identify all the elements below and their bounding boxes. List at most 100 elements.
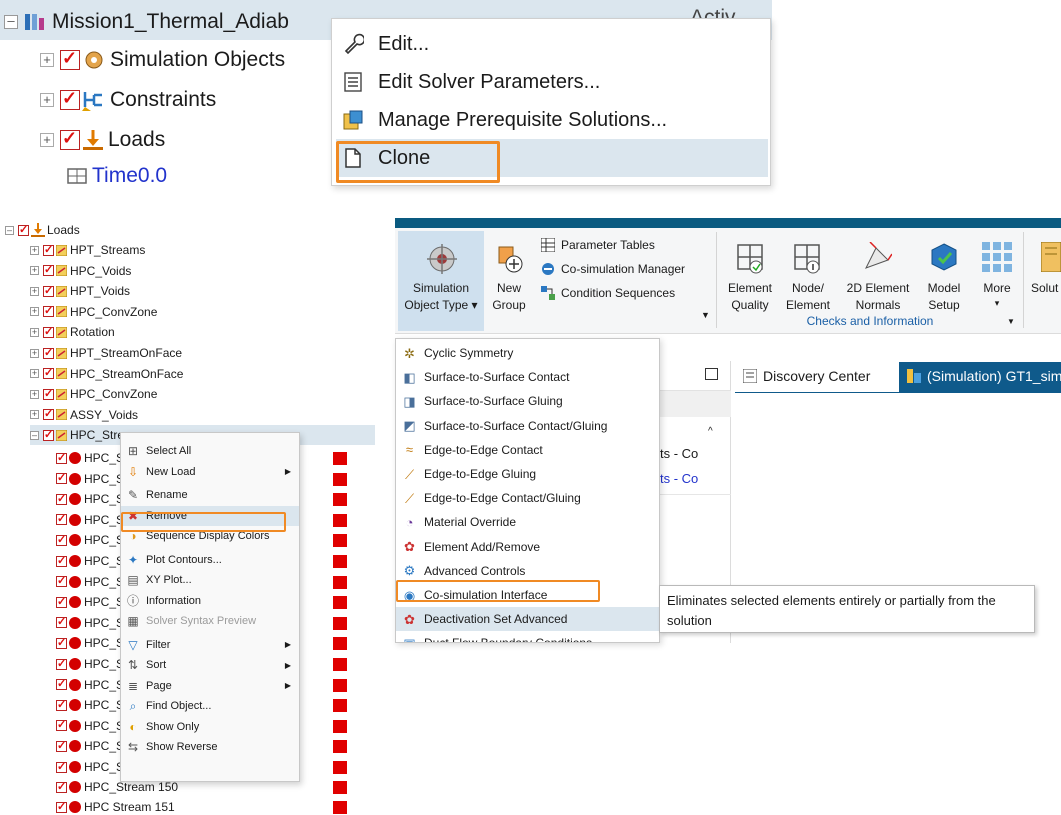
tree-group-row[interactable]: + HPT_StreamOnFace bbox=[30, 343, 182, 363]
menu-item-remove[interactable]: ✖ Remove bbox=[121, 505, 299, 526]
checkbox-icon[interactable] bbox=[56, 615, 67, 629]
tree-item-hpc-stream[interactable]: HPC_St bbox=[56, 613, 127, 633]
dropdown-item-duct-flow-boundary-conditions[interactable]: ▣ Duct Flow Boundary Conditions bbox=[396, 631, 659, 642]
checkbox-icon[interactable] bbox=[56, 760, 67, 773]
checkbox-icon[interactable] bbox=[56, 780, 67, 793]
co-simulation-manager-button[interactable]: Co-simulation Manager bbox=[541, 262, 685, 276]
dropdown-item-advanced-controls[interactable]: ⚙ Advanced Controls bbox=[396, 559, 659, 583]
menu-item-plot-contours[interactable]: ✦ Plot Contours... bbox=[121, 550, 299, 570]
checkbox-icon[interactable] bbox=[56, 533, 67, 546]
checkbox-icon[interactable] bbox=[43, 284, 54, 297]
dropdown-item-element-add-remove[interactable]: ✿ Element Add/Remove bbox=[396, 535, 659, 559]
menu-item-select-all[interactable]: ⊞ Select All bbox=[121, 441, 299, 461]
tree-group-row[interactable]: + ASSY_Voids bbox=[30, 405, 138, 425]
expand-icon[interactable]: + bbox=[30, 369, 39, 379]
checkbox-icon[interactable] bbox=[43, 304, 54, 318]
scroll-up-icon[interactable]: ^ bbox=[708, 426, 713, 437]
menu-item-edit[interactable]: Edit... bbox=[332, 25, 772, 63]
expand-icon[interactable]: + bbox=[30, 286, 39, 296]
checkbox-icon[interactable] bbox=[56, 471, 67, 485]
dropdown-item-edge-to-edge-contact[interactable]: ≈ Edge-to-Edge Contact bbox=[396, 438, 659, 462]
tree-item-hpc-stream-151[interactable]: HPC Stream 151 bbox=[56, 797, 175, 815]
dropdown-item-surface-to-surface-gluing[interactable]: ◨ Surface-to-Surface Gluing bbox=[396, 389, 659, 413]
checkbox-icon[interactable] bbox=[56, 718, 67, 732]
menu-item-edit-solver-parameters[interactable]: Edit Solver Parameters... bbox=[332, 63, 772, 101]
tree-item-constraints[interactable]: + Constraints bbox=[40, 88, 216, 112]
tree-item-hpc-stream[interactable]: HPC_St bbox=[56, 654, 127, 674]
checkbox-icon[interactable] bbox=[60, 128, 80, 150]
tree-item-hpc-stream[interactable]: HPC_St bbox=[56, 510, 127, 530]
model-setup-button[interactable] bbox=[920, 238, 968, 316]
dropdown-item-surface-to-surface-contact[interactable]: ◧ Surface-to-Surface Contact bbox=[396, 365, 659, 389]
tree-group-row[interactable]: + HPC_Voids bbox=[30, 261, 131, 281]
tree-item-time[interactable]: Time0.0 bbox=[66, 166, 167, 186]
node-element-button[interactable] bbox=[783, 238, 833, 316]
condition-sequences-button[interactable]: Condition Sequences bbox=[541, 286, 675, 300]
expand-icon[interactable]: + bbox=[30, 410, 39, 420]
checkbox-icon[interactable] bbox=[43, 407, 54, 421]
checkbox-icon[interactable] bbox=[56, 574, 67, 588]
element-quality-button[interactable] bbox=[725, 238, 775, 316]
checkbox-icon[interactable] bbox=[56, 657, 67, 670]
menu-item-information[interactable]: ⓘ Information bbox=[121, 591, 299, 611]
checkbox-icon[interactable] bbox=[56, 554, 67, 567]
menu-item-filter[interactable]: ▽ Filter ▶ bbox=[121, 635, 299, 655]
dropdown-item-co-simulation-interface[interactable]: ◉ Co-simulation Interface bbox=[396, 583, 659, 607]
checkbox-icon[interactable] bbox=[43, 428, 54, 441]
expand-icon[interactable]: + bbox=[30, 389, 39, 399]
checkbox-icon[interactable] bbox=[18, 223, 29, 236]
group-dropdown-arrow[interactable]: ▼ bbox=[1007, 317, 1015, 326]
tree-group-row[interactable]: + HPC_ConvZone bbox=[30, 384, 157, 404]
checkbox-icon[interactable] bbox=[43, 243, 54, 256]
dropdown-item-material-override[interactable]: ◔ Material Override bbox=[396, 510, 659, 534]
checkbox-icon[interactable] bbox=[56, 698, 67, 711]
dropdown-item-deactivation-set-advanced[interactable]: ✿ Deactivation Set Advanced bbox=[396, 607, 659, 632]
tree-item-hpc-stream[interactable]: HPC_St bbox=[56, 489, 127, 509]
menu-item-sequence-display-colors[interactable]: ◑ Sequence Display Colors bbox=[121, 526, 299, 546]
menu-item-show-only[interactable]: ◐ Show Only bbox=[121, 717, 299, 737]
checkbox-icon[interactable] bbox=[43, 366, 54, 380]
checkbox-icon[interactable] bbox=[56, 677, 67, 691]
checkbox-icon[interactable] bbox=[56, 800, 67, 813]
expand-icon[interactable]: + bbox=[30, 327, 39, 337]
checkbox-icon[interactable] bbox=[43, 263, 54, 277]
tree-group-row[interactable]: + Rotation bbox=[30, 322, 115, 342]
tree-item-hpc-stream[interactable]: HPC_St bbox=[56, 633, 127, 653]
tree-item-hpc-stream[interactable]: HPC_St bbox=[56, 572, 127, 592]
menu-item-xy-plot[interactable]: ▤ XY Plot... bbox=[121, 570, 299, 590]
tree-item-loads[interactable]: + Loads bbox=[40, 128, 165, 152]
checkbox-icon[interactable] bbox=[60, 88, 80, 110]
checkbox-icon[interactable] bbox=[43, 346, 54, 359]
more-button[interactable] bbox=[975, 238, 1019, 316]
tree-item-hpc-stream[interactable]: HPC_St bbox=[56, 695, 127, 715]
menu-item-manage-prerequisite-solutions[interactable]: Manage Prerequisite Solutions... bbox=[332, 101, 772, 139]
maximize-icon[interactable] bbox=[705, 368, 718, 380]
menu-item-rename[interactable]: ✎ Rename bbox=[121, 485, 299, 505]
element-normals-button[interactable] bbox=[842, 238, 914, 316]
menu-item-find-object[interactable]: ⌕ Find Object... bbox=[121, 696, 299, 716]
menu-item-sort[interactable]: ⇅ Sort ▶ bbox=[121, 655, 299, 675]
menu-item-solver-syntax-preview[interactable]: ▦ Solver Syntax Preview bbox=[121, 611, 299, 631]
tree-root-row[interactable]: – Mission1_Thermal_Adiab bbox=[4, 10, 289, 34]
checkbox-icon[interactable] bbox=[43, 325, 54, 338]
tree-item-hpc-stream[interactable]: HPC_St bbox=[56, 530, 127, 550]
dropdown-item-surface-to-surface-contact-gluing[interactable]: ◩ Surface-to-Surface Contact/Gluing bbox=[396, 414, 659, 438]
expand-icon[interactable]: + bbox=[30, 348, 39, 358]
checkbox-icon[interactable] bbox=[56, 492, 67, 505]
checkbox-icon[interactable] bbox=[56, 512, 67, 526]
parameter-tables-button[interactable]: Parameter Tables bbox=[540, 237, 655, 253]
checkbox-icon[interactable] bbox=[56, 636, 67, 649]
checkbox-icon[interactable] bbox=[60, 48, 80, 70]
tree-item-hpc-stream[interactable]: HPC_St bbox=[56, 592, 127, 612]
tree-group-hpc-stream[interactable]: – HPC_Strea bbox=[30, 425, 131, 445]
expand-icon[interactable]: + bbox=[40, 93, 54, 107]
tree-group-row[interactable]: + HPC_StreamOnFace bbox=[30, 364, 183, 384]
checkbox-icon[interactable] bbox=[56, 451, 67, 464]
checkbox-icon[interactable] bbox=[56, 595, 67, 608]
checkbox-icon[interactable] bbox=[43, 387, 54, 400]
dropdown-item-edge-to-edge-gluing[interactable]: ⟋ Edge-to-Edge Gluing bbox=[396, 462, 659, 486]
expand-icon[interactable]: + bbox=[30, 307, 39, 317]
menu-item-page[interactable]: ≣ Page ▶ bbox=[121, 676, 299, 696]
new-group-button[interactable] bbox=[487, 238, 531, 316]
checkbox-icon[interactable] bbox=[56, 739, 67, 752]
